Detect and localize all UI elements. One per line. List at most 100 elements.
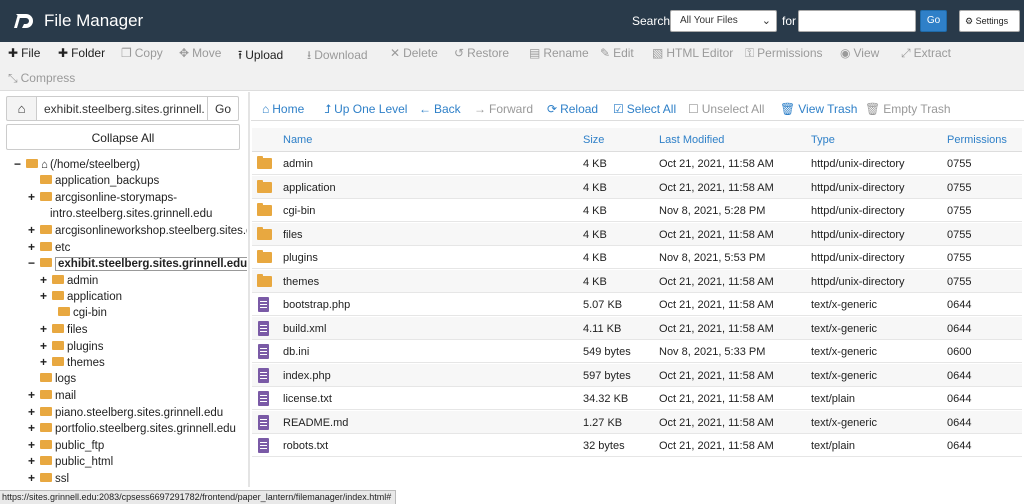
search-input[interactable] — [798, 10, 916, 32]
tree-item[interactable]: logs — [28, 371, 76, 387]
permissions-button[interactable]: ⚿ Permissions — [745, 46, 823, 61]
path-go-button[interactable]: Go — [207, 96, 239, 121]
table-row[interactable]: robots.txt 32 bytes Oct 21, 2021, 11:58 AM… — [252, 434, 1022, 457]
file-name[interactable]: admin — [283, 158, 313, 170]
tree-item[interactable]: + mail — [28, 387, 76, 403]
table-row[interactable]: README.md 1.27 KB Oct 21, 2021, 11:58 AM te… — [252, 410, 1022, 434]
file-name[interactable]: themes — [283, 276, 319, 288]
html-editor-button[interactable]: ▧ HTML Editor — [652, 46, 733, 60]
column-type[interactable]: Type — [811, 134, 835, 146]
view-button[interactable]: ◉ View — [840, 46, 879, 60]
expand-toggle-icon[interactable]: + — [28, 189, 38, 205]
tree-item[interactable]: − ⌂ (/home/steelberg) — [14, 156, 140, 172]
expand-toggle-icon[interactable]: + — [28, 222, 38, 238]
file-name[interactable]: db.ini — [283, 346, 309, 358]
tree-item[interactable]: + portfolio.steelberg.sites.grinnell.edu — [28, 420, 236, 436]
table-row[interactable]: cgi-bin 4 KB Nov 8, 2021, 5:28 PM httpd/uni… — [252, 199, 1022, 222]
table-row[interactable]: files 4 KB Oct 21, 2021, 11:58 AM httpd/uni… — [252, 222, 1022, 246]
path-input[interactable]: exhibit.steelberg.sites.grinnell. — [36, 96, 208, 121]
file-name[interactable]: robots.txt — [283, 440, 328, 452]
tree-item[interactable]: + ssl — [28, 470, 69, 486]
up-one-level-button[interactable]: ⮥ Up One Level — [324, 102, 407, 117]
back-button[interactable]: ← Back — [419, 102, 461, 116]
table-row[interactable]: bootstrap.php 5.07 KB Oct 21, 2021, 11:58 … — [252, 293, 1022, 316]
table-row[interactable]: themes 4 KB Oct 21, 2021, 11:58 AM httpd/un… — [252, 269, 1022, 293]
file-name[interactable]: application — [283, 182, 336, 194]
file-name[interactable]: cgi-bin — [283, 205, 315, 217]
panel-splitter[interactable] — [248, 92, 250, 487]
tree-item[interactable]: + arcgisonlineworkshop.steelberg.sites.gr… — [28, 222, 247, 238]
expand-toggle-icon[interactable]: + — [28, 470, 38, 486]
table-row[interactable]: build.xml 4.11 KB Oct 21, 2021, 11:58 AM te… — [252, 316, 1022, 340]
tree-item[interactable]: − exhibit.steelberg.sites.grinnell.edu — [28, 255, 247, 271]
collapse-toggle-icon[interactable]: − — [14, 156, 24, 172]
collapse-toggle-icon[interactable]: − — [28, 255, 38, 271]
tree-item[interactable]: + admin — [40, 272, 98, 288]
table-row[interactable]: plugins 4 KB Nov 8, 2021, 5:53 PM httpd/uni… — [252, 246, 1022, 269]
tree-item[interactable]: + arcgisonline-storymaps- — [28, 189, 177, 205]
expand-toggle-icon[interactable]: + — [40, 321, 50, 337]
home-button[interactable]: ⌂ Home — [262, 102, 304, 116]
search-scope-select[interactable]: All Your Files ⌄ — [670, 10, 777, 32]
expand-toggle-icon[interactable]: + — [28, 453, 38, 469]
expand-toggle-icon[interactable]: + — [28, 437, 38, 453]
file-name[interactable]: license.txt — [283, 393, 332, 405]
move-button[interactable]: ✥ Move — [179, 46, 221, 60]
column-name[interactable]: Name — [283, 134, 312, 146]
collapse-all-button[interactable]: Collapse All — [6, 124, 240, 150]
file-name[interactable]: plugins — [283, 252, 318, 264]
expand-toggle-icon[interactable]: + — [40, 338, 50, 354]
forward-button[interactable]: → Forward — [474, 102, 533, 116]
tree-item[interactable]: + public_html — [28, 453, 113, 469]
tree-item[interactable]: + themes — [40, 354, 105, 370]
extract-button[interactable]: ⤢ Extract — [901, 46, 951, 61]
tree-item[interactable]: cgi-bin — [46, 305, 107, 321]
tree-item[interactable]: + application — [40, 288, 122, 304]
upload-button[interactable]: ⭱ Upload — [238, 46, 283, 67]
file-name[interactable]: README.md — [283, 417, 348, 429]
tree-item[interactable]: + public_ftp — [28, 437, 104, 453]
column-last-modified[interactable]: Last Modified — [659, 134, 724, 146]
expand-toggle-icon[interactable]: + — [28, 387, 38, 403]
file-name[interactable]: index.php — [283, 370, 331, 382]
cpanel-logo-icon[interactable] — [12, 10, 38, 32]
path-home-button[interactable]: ⌂ — [6, 96, 37, 121]
delete-button[interactable]: ✕ Delete — [390, 46, 438, 60]
tree-item[interactable]: + piano.steelberg.sites.grinnell.edu — [28, 404, 223, 420]
table-row[interactable]: admin 4 KB Oct 21, 2021, 11:58 AM httpd/uni… — [252, 152, 1022, 175]
column-permissions[interactable]: Permissions — [947, 134, 1007, 146]
expand-toggle-icon[interactable]: + — [28, 404, 38, 420]
settings-button[interactable]: ⚙ Settings — [959, 10, 1020, 32]
select-all-button[interactable]: ☑ Select All — [613, 102, 676, 116]
new-file-button[interactable]: ✚ File — [8, 46, 40, 60]
compress-button[interactable]: ⤡ Compress — [8, 71, 75, 86]
tree-item[interactable]: + files — [40, 321, 87, 337]
rename-button[interactable]: ▤ Rename — [529, 46, 589, 60]
table-row[interactable]: db.ini 549 bytes Nov 8, 2021, 5:33 PM text/… — [252, 340, 1022, 363]
expand-toggle-icon[interactable]: + — [40, 288, 50, 304]
tree-item[interactable]: + plugins — [40, 338, 103, 354]
tree-item[interactable]: intro.steelberg.sites.grinnell.edu — [40, 206, 212, 222]
edit-button[interactable]: ✎ Edit — [600, 46, 634, 60]
file-name[interactable]: build.xml — [283, 323, 326, 335]
reload-button[interactable]: ⟳ Reload — [547, 102, 598, 116]
expand-toggle-icon[interactable]: + — [28, 420, 38, 436]
empty-trash-button[interactable]: 🗑 Empty Trash — [865, 102, 951, 116]
table-row[interactable]: license.txt 34.32 KB Oct 21, 2021, 11:58 A… — [252, 387, 1022, 410]
search-go-button[interactable]: Go — [920, 10, 947, 32]
table-row[interactable]: index.php 597 bytes Oct 21, 2021, 11:58 AM… — [252, 363, 1022, 387]
file-name[interactable]: bootstrap.php — [283, 299, 350, 311]
expand-toggle-icon[interactable]: + — [28, 239, 38, 255]
new-folder-button[interactable]: ✚ Folder — [58, 46, 105, 60]
unselect-all-button[interactable]: ☐ Unselect All — [688, 102, 764, 116]
expand-toggle-icon[interactable]: + — [40, 354, 50, 370]
column-size[interactable]: Size — [583, 134, 604, 146]
file-name[interactable]: files — [283, 229, 303, 241]
table-row[interactable]: application 4 KB Oct 21, 2021, 11:58 AM htt… — [252, 175, 1022, 199]
expand-toggle-icon[interactable]: + — [40, 272, 50, 288]
tree-item[interactable]: + etc — [28, 239, 70, 255]
tree-item[interactable]: application_backups — [28, 173, 159, 189]
restore-button[interactable]: ↺ Restore — [454, 46, 509, 60]
view-trash-button[interactable]: 🗑 View Trash — [780, 102, 857, 116]
copy-button[interactable]: ❐ Copy — [121, 46, 163, 60]
